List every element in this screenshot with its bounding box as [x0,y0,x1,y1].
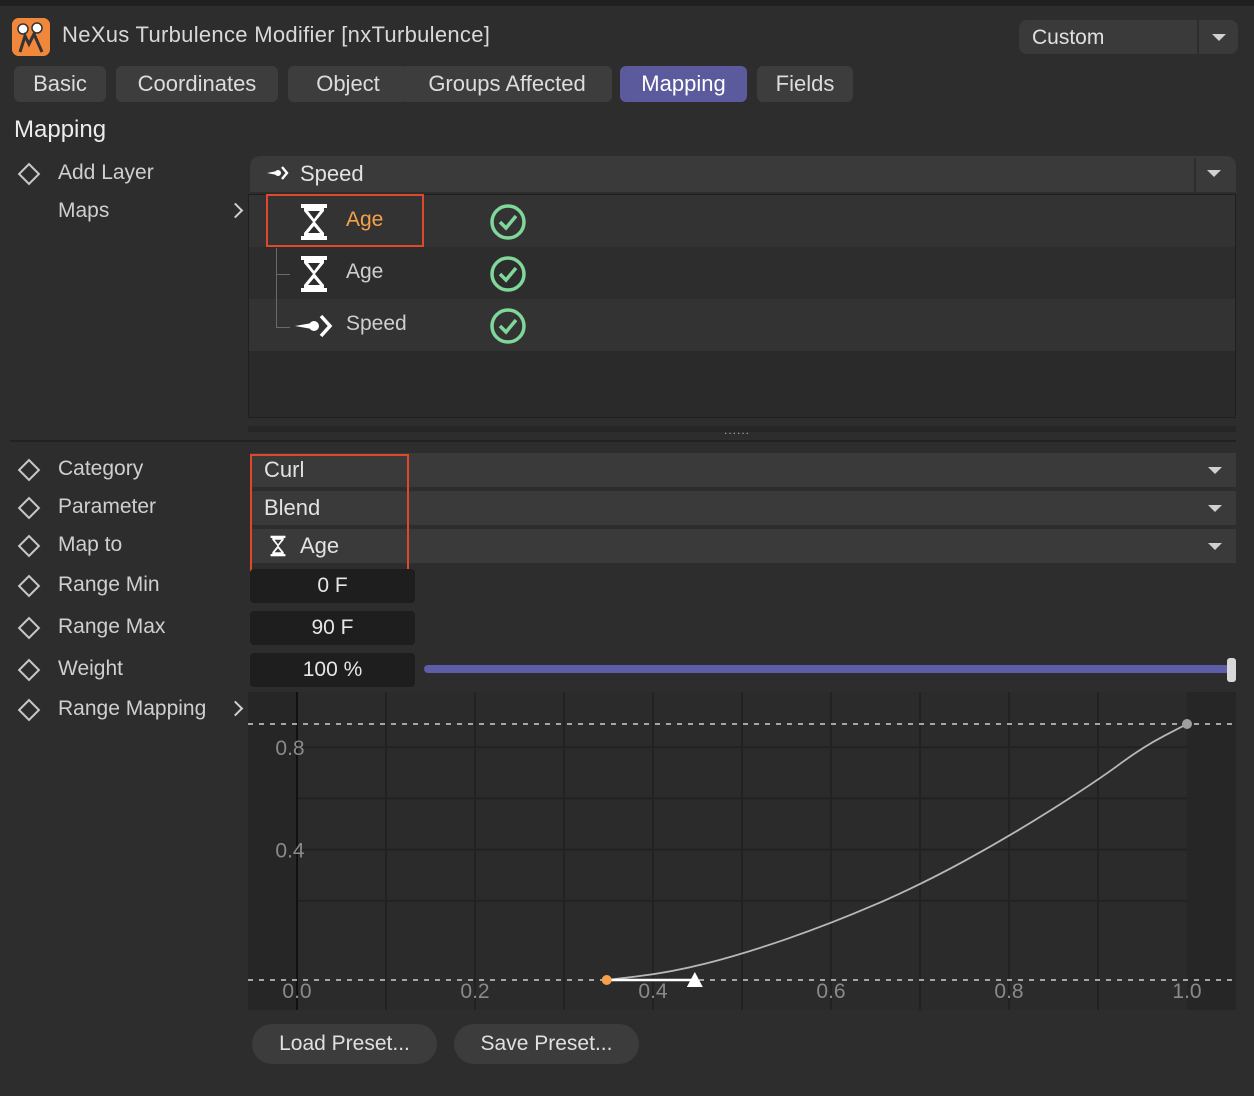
tab-groups-affected[interactable]: Groups Affected [402,66,612,102]
category-label: Category [58,457,144,480]
map-name[interactable]: Speed [346,312,407,336]
speed-arrow-icon [295,314,333,338]
preset-value: Custom [1032,26,1105,49]
parameter-label: Parameter [58,495,157,518]
spline-knot-end [1182,719,1192,729]
tree-connector [276,274,290,275]
tab-mapping[interactable]: Mapping [620,66,747,102]
chevron-down-icon[interactable] [1208,467,1222,474]
check-circle-icon[interactable] [490,308,526,344]
range-mapping-graph[interactable]: 0.0 0.2 0.4 0.6 0.8 1.0 0.4 0.8 [248,692,1236,1010]
add-layer-separator [1194,158,1196,192]
map-to-label: Map to [58,533,123,556]
x-tick-label: 1.0 [1172,980,1201,1003]
top-border [0,0,1254,6]
map-name[interactable]: Age [346,260,383,284]
section-title: Mapping [14,116,107,143]
preset-dropdown[interactable]: Custom [1019,20,1238,54]
tab-object[interactable]: Object [288,66,408,102]
keyframe-diamond-icon[interactable] [17,534,41,558]
x-tick-label: 0.6 [816,980,845,1003]
y-tick-label: 0.4 [275,840,305,863]
highlight-box [266,194,424,247]
keyframe-diamond-icon[interactable] [17,574,41,598]
preset-separator [1197,20,1199,54]
y-tick-label: 0.8 [275,737,304,760]
tab-fields[interactable]: Fields [757,66,853,102]
chevron-down-icon[interactable] [1208,505,1222,512]
tree-connector [276,327,290,328]
chevron-right-icon[interactable] [227,202,244,219]
check-circle-icon[interactable] [490,256,526,292]
x-tick-label: 0.8 [994,980,1023,1003]
range-max-label: Range Max [58,615,166,638]
speed-arrow-icon [267,166,289,180]
spline-knot-start [601,975,612,985]
keyframe-diamond-icon[interactable] [17,162,41,186]
hourglass-icon [301,256,327,292]
chevron-right-icon[interactable] [227,700,244,717]
range-min-field[interactable]: 0 F [250,569,415,603]
weight-label: Weight [58,657,123,680]
chevron-down-icon[interactable] [1212,34,1226,41]
divider [10,440,1236,442]
range-min-label: Range Min [58,573,160,596]
maps-label: Maps [58,199,110,222]
save-preset-button[interactable]: Save Preset... [454,1024,639,1064]
resize-handle[interactable]: ...... [0,424,1254,436]
range-mapping-label: Range Mapping [58,697,207,720]
chevron-down-icon[interactable] [1207,170,1221,177]
load-preset-button[interactable]: Load Preset... [252,1024,437,1064]
x-tick-label: 0.2 [460,980,489,1003]
modifier-header: NeXus Turbulence Modifier [nxTurbulence]… [0,8,1254,62]
x-tick-label: 0.0 [282,980,311,1003]
check-circle-icon[interactable] [490,204,526,240]
grip-dots-icon[interactable]: ...... [724,424,750,436]
weight-slider-handle[interactable] [1227,658,1236,682]
keyframe-diamond-icon[interactable] [17,698,41,722]
add-layer-value: Speed [300,161,364,186]
add-layer-label: Add Layer [58,161,154,184]
modifier-title: NeXus Turbulence Modifier [nxTurbulence] [62,22,491,47]
weight-slider[interactable] [424,665,1230,673]
add-layer-dropdown[interactable]: Speed [250,156,1236,192]
tab-basic[interactable]: Basic [14,66,106,102]
keyframe-diamond-icon[interactable] [17,616,41,640]
list-item[interactable] [249,247,1235,299]
chevron-down-icon[interactable] [1208,543,1222,550]
range-max-field[interactable]: 90 F [250,611,415,645]
tab-coordinates[interactable]: Coordinates [116,66,278,102]
highlight-box [250,454,409,572]
x-tick-label: 0.4 [638,980,668,1003]
spline-chart[interactable]: 0.0 0.2 0.4 0.6 0.8 1.0 0.4 0.8 [248,692,1236,1010]
weight-field[interactable]: 100 % [250,653,415,687]
keyframe-diamond-icon[interactable] [17,458,41,482]
tree-connector [276,248,277,328]
keyframe-diamond-icon[interactable] [17,496,41,520]
keyframe-diamond-icon[interactable] [17,658,41,682]
nexus-logo-icon [12,18,50,56]
